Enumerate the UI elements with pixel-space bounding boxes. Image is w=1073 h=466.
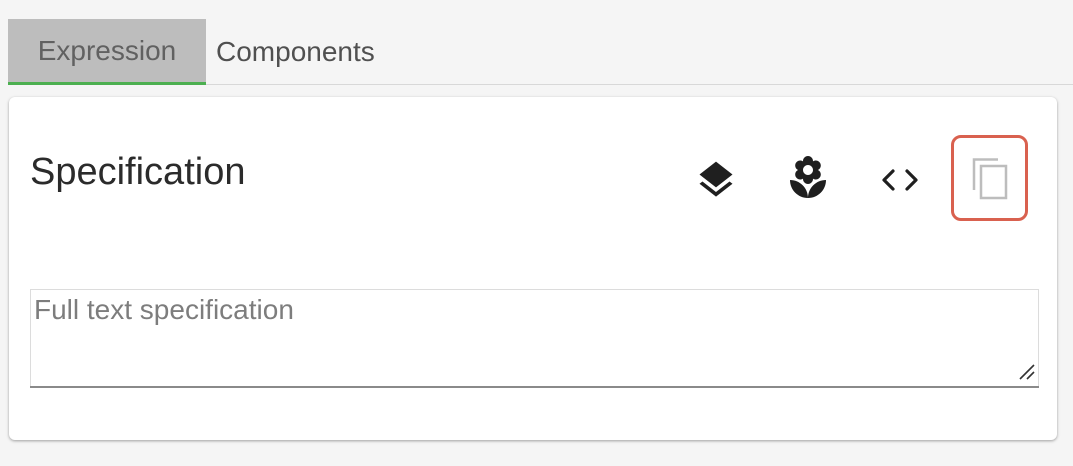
tab-expression[interactable]: Expression: [8, 19, 206, 85]
code-button[interactable]: [874, 154, 926, 206]
tab-components[interactable]: Components: [206, 19, 375, 85]
tabs-divider: [206, 84, 1073, 85]
code-icon: [882, 169, 918, 191]
input-underline: [30, 386, 1039, 388]
copy-icon: [972, 158, 1007, 200]
layers-icon: [699, 161, 733, 197]
flower-button[interactable]: [782, 152, 834, 204]
layers-button[interactable]: [690, 154, 742, 206]
full-text-specification-input[interactable]: [30, 289, 1039, 386]
resize-handle-icon[interactable]: [1014, 359, 1036, 381]
flower-icon: [790, 156, 826, 198]
card-title: Specification: [30, 151, 246, 193]
spec-field-container: [30, 289, 1039, 389]
copy-button[interactable]: [951, 135, 1028, 221]
specification-card: Specification: [9, 97, 1057, 440]
tab-bar: Expression Components: [8, 19, 1073, 85]
